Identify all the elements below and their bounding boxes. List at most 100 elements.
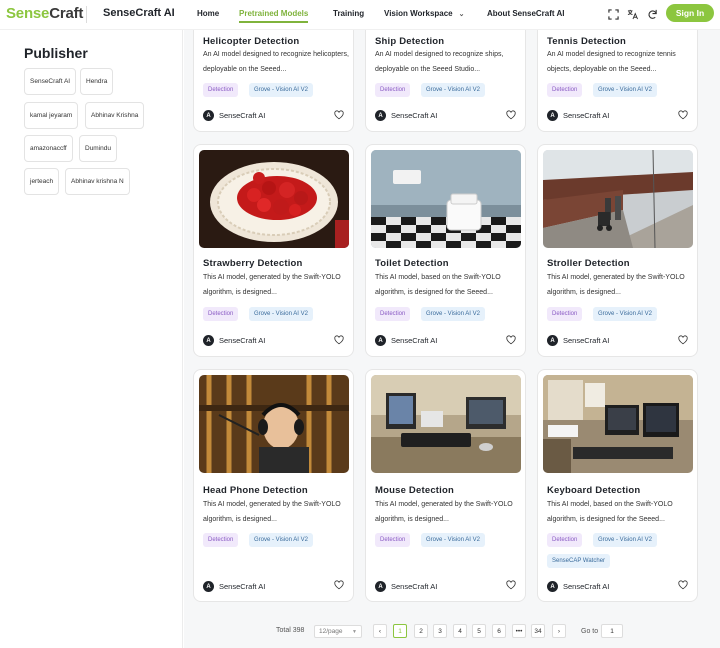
publisher-tag-kamal-jeyaram[interactable]: kamal jeyaram xyxy=(24,102,79,129)
page-1-button[interactable]: 1 xyxy=(393,624,407,638)
card-description: This AI model, generated by the Swift-YO… xyxy=(547,274,685,296)
model-card[interactable]: Stroller Detection This AI model, genera… xyxy=(537,144,698,357)
card-author: A SenseCraft AI xyxy=(203,581,265,592)
heart-icon[interactable] xyxy=(334,580,344,590)
goto-label: Go to xyxy=(581,628,599,635)
card-description: An AI model designed to recognize ships,… xyxy=(375,51,504,73)
mouse-thumbnail xyxy=(371,375,521,473)
tag-detection: Detection xyxy=(203,307,239,321)
publisher-tag-sensecraft-ai[interactable]: SenseCraft AI xyxy=(24,68,77,95)
card-title: Tennis Detection xyxy=(547,36,627,47)
author-name: SenseCraft AI xyxy=(219,582,266,591)
tag-detection: Detection xyxy=(203,533,239,547)
card-title: Head Phone Detection xyxy=(203,485,308,496)
author-name: SenseCraft AI xyxy=(391,582,438,591)
page-6-button[interactable]: 6 xyxy=(492,624,506,638)
card-author: A SenseCraft AI xyxy=(375,335,437,346)
fullscreen-icon[interactable] xyxy=(606,7,620,21)
avatar: A xyxy=(203,335,214,346)
publisher-sidebar: Publisher SenseCraft AI Hendra kamal jey… xyxy=(0,30,183,648)
model-card[interactable]: Keyboard Detection This AI model, based … xyxy=(537,369,698,602)
card-author: A SenseCraft AI xyxy=(203,335,265,346)
heart-icon[interactable] xyxy=(334,110,344,120)
page-ellipsis[interactable]: ••• xyxy=(512,624,526,638)
page-4-button[interactable]: 4 xyxy=(453,624,467,638)
nav-vision-workspace[interactable]: Vision Workspace ⌄ xyxy=(384,9,465,18)
tag-device: Grove - Vision AI V2 xyxy=(421,533,485,547)
model-grid: Helicopter Detection An AI model designe… xyxy=(184,18,720,648)
nav-divider xyxy=(86,6,87,23)
publisher-tag-abhinav-krishna[interactable]: Abhinav Krishna xyxy=(85,102,145,129)
card-title: Keyboard Detection xyxy=(547,485,641,496)
tag-device: Grove - Vision AI V2 xyxy=(249,533,313,547)
avatar: A xyxy=(547,335,558,346)
model-card[interactable]: Helicopter Detection An AI model designe… xyxy=(193,18,354,132)
publisher-tag-abhinav-krishna-n[interactable]: Abhinav krishna N xyxy=(65,168,130,195)
publisher-tag-hendra[interactable]: Hendra xyxy=(80,68,114,95)
heart-icon[interactable] xyxy=(506,110,516,120)
model-card[interactable]: Mouse Detection This AI model, generated… xyxy=(365,369,526,602)
top-navbar: SenseCraft SenseCraft AI Home Pretrained… xyxy=(0,0,720,30)
heart-icon[interactable] xyxy=(506,335,516,345)
heart-icon[interactable] xyxy=(678,110,688,120)
model-card[interactable]: Head Phone Detection This AI model, gene… xyxy=(193,369,354,602)
tag-device: Grove - Vision AI V2 xyxy=(421,307,485,321)
translate-icon[interactable] xyxy=(625,7,639,21)
heart-icon[interactable] xyxy=(678,335,688,345)
card-title: Stroller Detection xyxy=(547,258,630,269)
page-size-select[interactable]: 12/page ▼ xyxy=(314,625,362,638)
page-5-button[interactable]: 5 xyxy=(472,624,486,638)
tag-device-sensecap: SenseCAP Watcher xyxy=(547,554,611,568)
card-description: An AI model designed to recognize helico… xyxy=(203,51,349,73)
sensecraft-logo[interactable]: SenseCraft xyxy=(6,5,83,22)
nav-pretrained-models[interactable]: Pretrained Models xyxy=(239,9,309,23)
page-2-button[interactable]: 2 xyxy=(414,624,428,638)
nav-about[interactable]: About SenseCraft AI xyxy=(487,9,565,18)
chevron-down-icon: ▼ xyxy=(352,628,357,635)
heart-icon[interactable] xyxy=(334,335,344,345)
heart-icon[interactable] xyxy=(678,580,688,590)
author-name: SenseCraft AI xyxy=(219,111,266,120)
model-card[interactable]: Toilet Detection This AI model, based on… xyxy=(365,144,526,357)
avatar: A xyxy=(203,110,214,121)
headphone-thumbnail xyxy=(199,375,349,473)
page-34-button[interactable]: 34 xyxy=(531,624,545,638)
page-3-button[interactable]: 3 xyxy=(433,624,447,638)
card-title: Toilet Detection xyxy=(375,258,449,269)
publisher-tag-jerteach[interactable]: jerteach xyxy=(24,168,60,195)
page-size-value: 12/page xyxy=(319,628,343,635)
goto-page-input[interactable]: 1 xyxy=(601,624,623,638)
card-author: A SenseCraft AI xyxy=(547,110,609,121)
card-author: A SenseCraft AI xyxy=(547,335,609,346)
logo-text-craft: Craft xyxy=(49,5,84,22)
tag-detection: Detection xyxy=(375,533,411,547)
model-card[interactable]: Tennis Detection An AI model designed to… xyxy=(537,18,698,132)
avatar: A xyxy=(375,335,386,346)
card-description: This AI model, based on the Swift-YOLO a… xyxy=(547,501,673,523)
tag-device: Grove - Vision AI V2 xyxy=(593,307,657,321)
tag-device: Grove - Vision AI V2 xyxy=(593,533,657,547)
publisher-tag-dumindu[interactable]: Dumindu xyxy=(79,135,118,162)
model-card[interactable]: Strawberry Detection This AI model, gene… xyxy=(193,144,354,357)
chevron-right-icon[interactable]: › xyxy=(552,624,566,638)
card-author: A SenseCraft AI xyxy=(375,110,437,121)
chevron-left-icon[interactable]: ‹ xyxy=(373,624,387,638)
card-description: An AI model designed to recognize tennis… xyxy=(547,51,676,73)
publisher-tag-amazonaccff[interactable]: amazonaccff xyxy=(24,135,73,162)
author-name: SenseCraft AI xyxy=(219,336,266,345)
nav-training[interactable]: Training xyxy=(333,9,364,18)
model-card[interactable]: Ship Detection An AI model designed to r… xyxy=(365,18,526,132)
sign-in-button[interactable]: Sign In xyxy=(666,4,714,22)
card-title: Ship Detection xyxy=(375,36,445,47)
refresh-icon[interactable] xyxy=(645,7,659,21)
heart-icon[interactable] xyxy=(506,580,516,590)
nav-home[interactable]: Home xyxy=(197,9,219,18)
card-description: This AI model, generated by the Swift-YO… xyxy=(203,274,341,296)
tag-detection: Detection xyxy=(203,83,239,97)
tag-detection: Detection xyxy=(547,83,583,97)
author-name: SenseCraft AI xyxy=(563,582,610,591)
logo-text-sense: Sense xyxy=(6,5,50,22)
card-title: Strawberry Detection xyxy=(203,258,303,269)
nav-vision-workspace-label: Vision Workspace xyxy=(384,9,453,18)
avatar: A xyxy=(203,581,214,592)
